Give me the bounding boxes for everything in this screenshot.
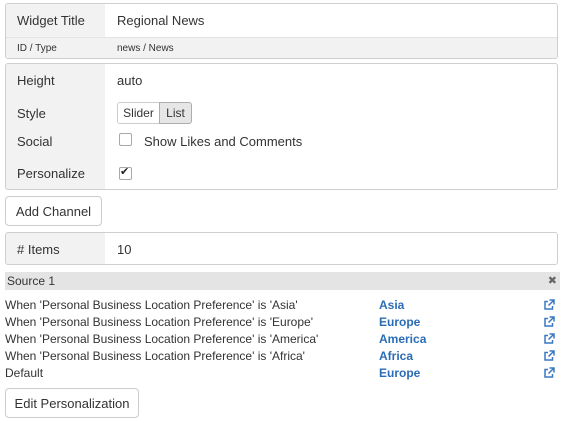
social-checkbox-label[interactable]: Show Likes and Comments (144, 134, 302, 149)
source-title: Source 1 (7, 274, 56, 288)
rule-target-link[interactable]: Asia (379, 298, 404, 312)
items-panel: # Items 10 (5, 232, 558, 265)
widget-title-value: Regional News (117, 13, 205, 28)
widget-id-value-cell: news / News (105, 38, 557, 58)
personalize-checkbox[interactable]: ✔ (119, 165, 132, 180)
rule-target-link[interactable]: Europe (379, 315, 420, 329)
rule-condition: When 'Personal Business Location Prefere… (5, 315, 313, 329)
widget-id-row: ID / Type news / News (6, 38, 557, 58)
social-checkbox[interactable] (119, 133, 132, 146)
personalize-label: Personalize (17, 166, 85, 181)
rule-row: Default Europe (5, 365, 560, 382)
widget-title-label: Widget Title (17, 13, 85, 28)
widget-title-row: Widget Title Regional News (6, 4, 557, 38)
rule-target-link[interactable]: Africa (379, 349, 413, 363)
style-label: Style (17, 106, 46, 121)
social-label: Social (17, 134, 53, 149)
external-link-icon[interactable] (543, 316, 555, 328)
rule-condition: When 'Personal Business Location Prefere… (5, 298, 298, 312)
rule-row: When 'Personal Business Location Prefere… (5, 314, 560, 331)
external-link-icon[interactable] (543, 367, 555, 379)
settings-panel: Height auto Style Slider List Social Sho… (5, 63, 558, 190)
edit-personalization-button[interactable]: Edit Personalization (5, 388, 139, 418)
style-option-list[interactable]: List (159, 102, 192, 124)
rule-row: When 'Personal Business Location Prefere… (5, 348, 560, 365)
external-link-icon[interactable] (543, 299, 555, 311)
source-header: Source 1 ✖ (5, 272, 560, 290)
widget-id-label-cell: ID / Type (6, 38, 104, 58)
height-value[interactable]: auto (117, 73, 142, 88)
widget-info-panel: Widget Title Regional News ID / Type new… (5, 3, 558, 59)
add-channel-button[interactable]: Add Channel (5, 196, 102, 226)
items-field[interactable]: 10 (105, 233, 557, 264)
items-value: 10 (117, 242, 132, 257)
widget-id-label: ID / Type (17, 43, 57, 54)
rule-row: When 'Personal Business Location Prefere… (5, 297, 560, 314)
checkmark-icon: ✔ (120, 165, 130, 178)
items-label-cell: # Items (6, 233, 104, 264)
style-segmented-control: Slider List (117, 102, 192, 124)
external-link-icon[interactable] (543, 333, 555, 345)
widget-title-label-cell: Widget Title (6, 4, 104, 37)
external-link-icon[interactable] (543, 350, 555, 362)
rule-condition: When 'Personal Business Location Prefere… (5, 349, 305, 363)
height-label: Height (17, 73, 55, 88)
widget-id-value: news / News (117, 43, 174, 54)
rule-row: When 'Personal Business Location Prefere… (5, 331, 560, 348)
rule-condition: When 'Personal Business Location Prefere… (5, 332, 319, 346)
items-label: # Items (17, 242, 60, 257)
rule-target-link[interactable]: America (379, 332, 426, 346)
style-option-slider[interactable]: Slider (117, 102, 160, 124)
rule-target-link[interactable]: Europe (379, 366, 420, 380)
settings-value-column (105, 64, 557, 189)
rule-condition: Default (5, 366, 44, 380)
close-icon[interactable]: ✖ (548, 274, 557, 287)
widget-title-field[interactable]: Regional News (105, 4, 557, 37)
